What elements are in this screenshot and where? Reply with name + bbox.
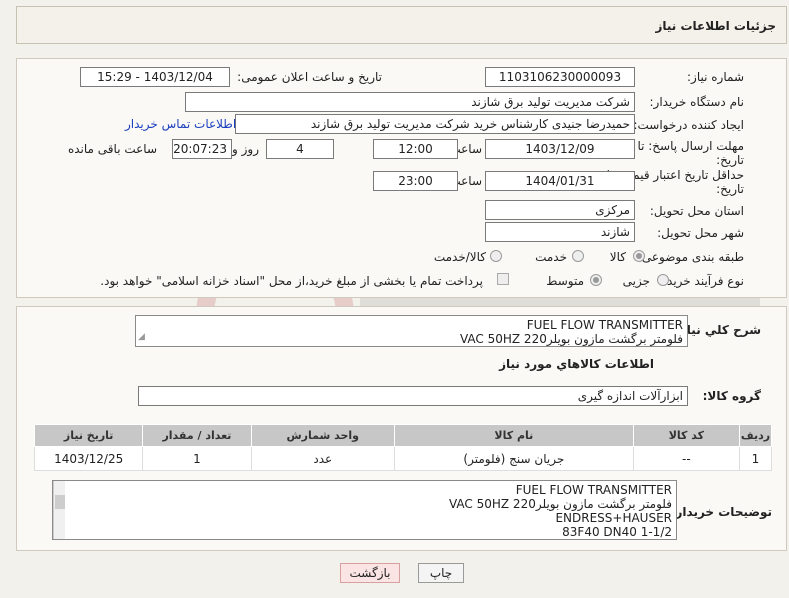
category-radio-goods-service[interactable] (490, 250, 502, 262)
goods-info-title: اطلاعات کالاهاي مورد نياز (499, 357, 654, 371)
cell-quantity: 1 (142, 446, 252, 471)
process-option-minor: جزیی (622, 274, 650, 288)
process-type-label: نوع فرآیند خرید : (659, 274, 744, 288)
cell-goods-code: -- (632, 446, 740, 471)
remaining-days-field: 4 (266, 139, 334, 159)
category-radio-service[interactable] (572, 250, 584, 262)
buyer-notes-textarea: FUEL FLOW TRANSMITTER VAC 50HZ 220فلومتر… (52, 480, 677, 540)
validity-time-field: 23:00 (373, 171, 458, 191)
buyer-notes-line-4: 83F40 DN40 1-1/2 (562, 525, 672, 539)
category-option-goods: کالا (609, 250, 626, 264)
process-option-medium: متوسط (546, 274, 584, 288)
buyer-notes-line-1: FUEL FLOW TRANSMITTER (515, 483, 672, 497)
goods-group-field: ابزارآلات اندازه گیری (138, 386, 688, 406)
province-label: استان محل تحویل: (649, 204, 744, 218)
announce-datetime-field: 1403/12/04 - 15:29 (80, 67, 230, 87)
goods-table-header: ردیف کد کالا نام کالا واحد شمارش تعداد /… (33, 424, 773, 447)
col-quantity: تعداد / مقدار (142, 424, 252, 447)
col-goods-name: نام کالا (393, 424, 634, 447)
deadline-time-field: 12:00 (373, 139, 458, 159)
description-line-2: VAC 50HZ 220فلومتر برگشت مازون بویلر (459, 332, 683, 346)
buyer-notes-line-3: ENDRESS+HAUSER (555, 511, 672, 525)
validity-date-field: 1404/01/31 (485, 171, 635, 191)
announce-datetime-label: تاریخ و ساعت اعلان عمومی: (237, 70, 382, 84)
goods-table: ردیف کد کالا نام کالا واحد شمارش تعداد /… (33, 424, 773, 471)
back-button[interactable]: بازگشت (340, 563, 400, 583)
process-radio-minor[interactable] (657, 274, 669, 286)
description-line-1: FUEL FLOW TRANSMITTER (526, 318, 683, 332)
category-option-goods-service: کالا/خدمت (433, 250, 486, 264)
table-row: 1 -- جریان سنج (فلومتر) عدد 1 1403/12/25 (33, 446, 773, 471)
need-number-field: 1103106230000093 (485, 67, 635, 87)
goods-group-label: گروه کالا: (702, 389, 761, 403)
creator-field: حمیدرضا جنیدی کارشناس خرید شرکت مدیریت ت… (235, 114, 635, 134)
remaining-days-label: روز و (232, 142, 259, 156)
col-row-number: ردیف (738, 424, 773, 447)
remaining-time-label: ساعت باقی مانده (67, 142, 157, 156)
validity-label-date: تاریخ: (716, 182, 744, 196)
buyer-contact-link[interactable]: اطلاعات تماس خریدار (125, 117, 236, 131)
creator-label: ایجاد کننده درخواست: (633, 118, 744, 132)
page-title: جزئیات اطلاعات نیاز (655, 19, 776, 33)
province-field: مرکزی (485, 200, 635, 220)
scrollbar-thumb[interactable] (55, 495, 65, 509)
cell-goods-name: جریان سنج (فلومتر) (393, 446, 634, 471)
cell-need-date: 1403/12/25 (33, 446, 144, 471)
need-number-label: شماره نیاز: (687, 70, 744, 84)
cell-unit: عدد (250, 446, 395, 471)
buyer-org-field: شرکت مدیریت تولید برق شازند (185, 92, 635, 112)
col-goods-code: کد کالا (632, 424, 740, 447)
deadline-label-date: تاریخ: (716, 153, 744, 167)
col-need-date: تاریخ نیاز (33, 424, 144, 447)
description-textarea: FUEL FLOW TRANSMITTER VAC 50HZ 220فلومتر… (135, 315, 688, 347)
buyer-notes-scrollbar[interactable] (53, 481, 65, 539)
category-label: طبقه بندی موضوعی: (637, 250, 744, 264)
buyer-org-label: نام دستگاه خریدار: (649, 95, 745, 109)
remaining-time-field: 20:07:23 (172, 139, 232, 159)
resize-handle-icon[interactable]: ◢ (138, 330, 145, 344)
process-radio-medium[interactable] (590, 274, 602, 286)
buyer-notes-line-2: VAC 50HZ 220فلومتر برگشت مازون بویلر (448, 497, 672, 511)
header-panel: جزئیات اطلاعات نیاز (16, 6, 787, 44)
cell-row-number: 1 (738, 446, 773, 471)
buyer-notes-label: توضیحات خریدار: (670, 505, 772, 519)
col-unit: واحد شمارش (250, 424, 395, 447)
treasury-payment-checkbox[interactable] (497, 273, 509, 285)
print-button[interactable]: چاپ (418, 563, 464, 583)
category-radio-goods[interactable] (633, 250, 645, 262)
treasury-payment-note: پرداخت تمام یا بخشی از مبلغ خرید،از محل … (100, 274, 483, 288)
city-label: شهر محل تحویل: (657, 226, 744, 240)
city-field: شازند (485, 222, 635, 242)
deadline-date-field: 1403/12/09 (485, 139, 635, 159)
category-option-service: خدمت (535, 250, 567, 264)
deadline-label: مهلت ارسال پاسخ: تا (637, 139, 744, 153)
